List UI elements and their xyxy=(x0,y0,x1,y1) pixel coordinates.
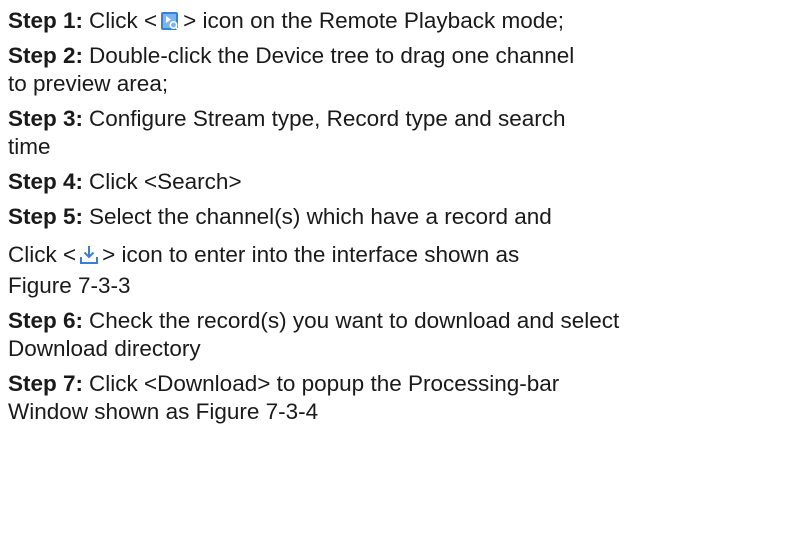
instruction-steps: Step 1: Click < > icon on the Remote Pla… xyxy=(0,0,809,426)
step-6-text-cont: Download directory xyxy=(8,336,201,361)
step-3-text-cont: time xyxy=(8,134,51,159)
step-7-line-2: Window shown as Figure 7-3-4 xyxy=(8,398,809,426)
step-6-line: Step 6: Check the record(s) you want to … xyxy=(8,307,809,335)
step-4-label: Step 4: xyxy=(8,169,84,194)
step-3-label: Step 3: xyxy=(8,106,84,131)
step-2-line: Step 2: Double-click the Device tree to … xyxy=(8,42,809,70)
step-5-text: Select the channel(s) which have a recor… xyxy=(89,204,552,229)
download-icon xyxy=(78,244,100,266)
step-5-text-cont: Figure 7-3-3 xyxy=(8,273,131,298)
step-2-line-2: to preview area; xyxy=(8,70,809,98)
step-1-label: Step 1: xyxy=(8,8,84,33)
step-5-label: Step 5: xyxy=(8,204,84,229)
step-3-text: Configure Stream type, Record type and s… xyxy=(89,106,566,131)
step-5-line-3: Figure 7-3-3 xyxy=(8,272,809,300)
step-7-line: Step 7: Click <Download> to popup the Pr… xyxy=(8,370,809,398)
step-2-text: Double-click the Device tree to drag one… xyxy=(89,43,575,68)
step-6-label: Step 6: xyxy=(8,308,84,333)
step-3-line: Step 3: Configure Stream type, Record ty… xyxy=(8,105,809,133)
step-3-line-2: time xyxy=(8,133,809,161)
step-7-text-cont: Window shown as Figure 7-3-4 xyxy=(8,399,319,424)
step-7-label: Step 7: xyxy=(8,371,84,396)
step-1-text-before: Click < xyxy=(89,8,158,33)
step-2-label: Step 2: xyxy=(8,43,84,68)
step-6-text: Check the record(s) you want to download… xyxy=(89,308,620,333)
step-5-text-before: Click < xyxy=(8,242,77,267)
step-5-line: Step 5: Select the channel(s) which have… xyxy=(8,203,809,231)
step-7-text: Click <Download> to popup the Processing… xyxy=(89,371,560,396)
step-1-line: Step 1: Click < > icon on the Remote Pla… xyxy=(8,7,809,35)
step-5-line-2: Click < > icon to enter into the interfa… xyxy=(8,238,809,272)
step-6-line-2: Download directory xyxy=(8,335,809,363)
step-4-line: Step 4: Click <Search> xyxy=(8,168,809,196)
step-2-text-cont: to preview area; xyxy=(8,71,169,96)
playback-file-icon xyxy=(159,10,181,32)
step-4-text: Click <Search> xyxy=(89,169,242,194)
step-5-text-after: > icon to enter into the interface shown… xyxy=(102,242,520,267)
step-1-text-after: > icon on the Remote Playback mode; xyxy=(183,8,564,33)
